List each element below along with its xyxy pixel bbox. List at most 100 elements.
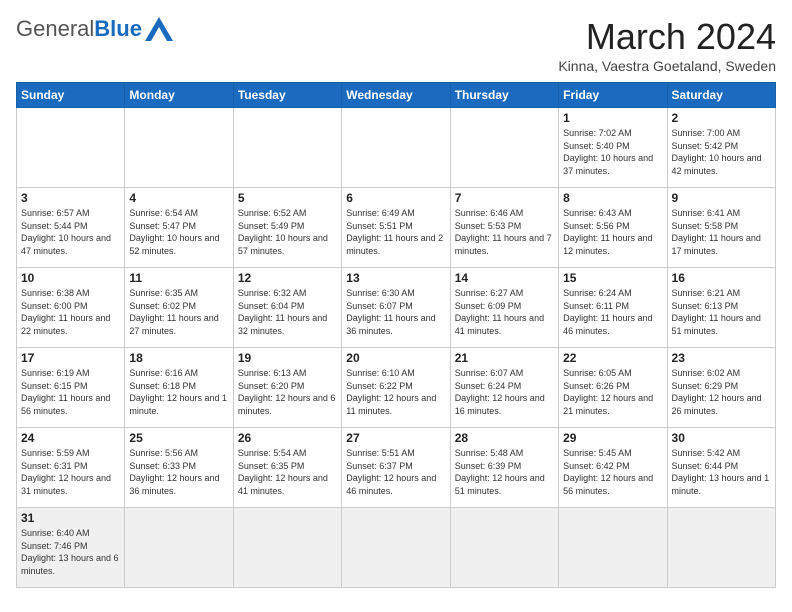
day-number: 7 (455, 191, 554, 205)
weekday-header-sunday: Sunday (17, 83, 125, 108)
day-info: Sunrise: 6:49 AM Sunset: 5:51 PM Dayligh… (346, 207, 445, 257)
week-row-3: 10 Sunrise: 6:38 AM Sunset: 6:00 PM Dayli… (17, 268, 776, 348)
day-number: 21 (455, 351, 554, 365)
calendar-cell: 16 Sunrise: 6:21 AM Sunset: 6:13 PM Dayli… (667, 268, 775, 348)
day-info: Sunrise: 6:57 AM Sunset: 5:44 PM Dayligh… (21, 207, 120, 257)
calendar-cell: 14 Sunrise: 6:27 AM Sunset: 6:09 PM Dayli… (450, 268, 558, 348)
day-info: Sunrise: 6:46 AM Sunset: 5:53 PM Dayligh… (455, 207, 554, 257)
week-row-2: 3Sunrise: 6:57 AM Sunset: 5:44 PM Daylig… (17, 188, 776, 268)
day-number: 23 (672, 351, 771, 365)
day-number: 31 (21, 511, 120, 525)
day-number: 19 (238, 351, 337, 365)
day-number: 8 (563, 191, 662, 205)
calendar-cell: 28 Sunrise: 5:48 AM Sunset: 6:39 PM Dayli… (450, 428, 558, 508)
day-info: Sunrise: 5:56 AM Sunset: 6:33 PM Dayligh… (129, 447, 228, 497)
logo: General Blue (16, 16, 173, 42)
calendar-cell: 1Sunrise: 7:02 AM Sunset: 5:40 PM Daylig… (559, 108, 667, 188)
calendar-cell: 20 Sunrise: 6:10 AM Sunset: 6:22 PM Dayli… (342, 348, 450, 428)
calendar-cell: 27Sunrise: 5:51 AM Sunset: 6:37 PM Dayli… (342, 428, 450, 508)
day-info: Sunrise: 5:48 AM Sunset: 6:39 PM Dayligh… (455, 447, 554, 497)
day-number: 4 (129, 191, 228, 205)
day-number: 10 (21, 271, 120, 285)
weekday-header-monday: Monday (125, 83, 233, 108)
weekday-header-row: SundayMondayTuesdayWednesdayThursdayFrid… (17, 83, 776, 108)
header: General Blue March 2024 Kinna, Vaestra G… (16, 16, 776, 74)
day-number: 11 (129, 271, 228, 285)
day-info: Sunrise: 6:16 AM Sunset: 6:18 PM Dayligh… (129, 367, 228, 417)
day-number: 15 (563, 271, 662, 285)
calendar-cell: 12Sunrise: 6:32 AM Sunset: 6:04 PM Dayli… (233, 268, 341, 348)
calendar-cell: 10 Sunrise: 6:38 AM Sunset: 6:00 PM Dayli… (17, 268, 125, 348)
day-number: 17 (21, 351, 120, 365)
day-info: Sunrise: 6:13 AM Sunset: 6:20 PM Dayligh… (238, 367, 337, 417)
day-number: 28 (455, 431, 554, 445)
calendar-cell: 22 Sunrise: 6:05 AM Sunset: 6:26 PM Dayli… (559, 348, 667, 428)
calendar-cell (559, 508, 667, 588)
week-row-1: 1Sunrise: 7:02 AM Sunset: 5:40 PM Daylig… (17, 108, 776, 188)
calendar-cell: 25 Sunrise: 5:56 AM Sunset: 6:33 PM Dayli… (125, 428, 233, 508)
day-info: Sunrise: 6:52 AM Sunset: 5:49 PM Dayligh… (238, 207, 337, 257)
calendar-cell: 2Sunrise: 7:00 AM Sunset: 5:42 PM Daylig… (667, 108, 775, 188)
day-info: Sunrise: 6:43 AM Sunset: 5:56 PM Dayligh… (563, 207, 662, 257)
day-info: Sunrise: 6:35 AM Sunset: 6:02 PM Dayligh… (129, 287, 228, 337)
calendar-cell: 21 Sunrise: 6:07 AM Sunset: 6:24 PM Dayli… (450, 348, 558, 428)
calendar-cell: 17 Sunrise: 6:19 AM Sunset: 6:15 PM Dayli… (17, 348, 125, 428)
day-info: Sunrise: 5:54 AM Sunset: 6:35 PM Dayligh… (238, 447, 337, 497)
day-number: 22 (563, 351, 662, 365)
week-row-6: 31 Sunrise: 6:40 AM Sunset: 7:46 PM Dayli… (17, 508, 776, 588)
day-info: Sunrise: 6:19 AM Sunset: 6:15 PM Dayligh… (21, 367, 120, 417)
day-info: Sunrise: 6:27 AM Sunset: 6:09 PM Dayligh… (455, 287, 554, 337)
day-number: 26 (238, 431, 337, 445)
calendar-cell (233, 108, 341, 188)
calendar-cell: 29Sunrise: 5:45 AM Sunset: 6:42 PM Dayli… (559, 428, 667, 508)
day-info: Sunrise: 7:00 AM Sunset: 5:42 PM Dayligh… (672, 127, 771, 177)
day-number: 20 (346, 351, 445, 365)
calendar-table: SundayMondayTuesdayWednesdayThursdayFrid… (16, 82, 776, 588)
day-info: Sunrise: 6:41 AM Sunset: 5:58 PM Dayligh… (672, 207, 771, 257)
day-number: 6 (346, 191, 445, 205)
calendar-cell: 15 Sunrise: 6:24 AM Sunset: 6:11 PM Dayli… (559, 268, 667, 348)
calendar-cell: 9 Sunrise: 6:41 AM Sunset: 5:58 PM Daylig… (667, 188, 775, 268)
day-info: Sunrise: 6:24 AM Sunset: 6:11 PM Dayligh… (563, 287, 662, 337)
calendar-cell: 3Sunrise: 6:57 AM Sunset: 5:44 PM Daylig… (17, 188, 125, 268)
calendar-cell (233, 508, 341, 588)
day-number: 24 (21, 431, 120, 445)
day-info: Sunrise: 6:40 AM Sunset: 7:46 PM Dayligh… (21, 527, 120, 577)
calendar-cell: 4Sunrise: 6:54 AM Sunset: 5:47 PM Daylig… (125, 188, 233, 268)
weekday-header-saturday: Saturday (667, 83, 775, 108)
day-info: Sunrise: 6:07 AM Sunset: 6:24 PM Dayligh… (455, 367, 554, 417)
day-number: 25 (129, 431, 228, 445)
calendar-cell: 5 Sunrise: 6:52 AM Sunset: 5:49 PM Daylig… (233, 188, 341, 268)
calendar-cell (125, 108, 233, 188)
day-number: 30 (672, 431, 771, 445)
day-info: Sunrise: 6:05 AM Sunset: 6:26 PM Dayligh… (563, 367, 662, 417)
day-info: Sunrise: 6:21 AM Sunset: 6:13 PM Dayligh… (672, 287, 771, 337)
calendar-cell: 24Sunrise: 5:59 AM Sunset: 6:31 PM Dayli… (17, 428, 125, 508)
day-number: 12 (238, 271, 337, 285)
day-number: 14 (455, 271, 554, 285)
calendar-cell: 26 Sunrise: 5:54 AM Sunset: 6:35 PM Dayli… (233, 428, 341, 508)
day-number: 9 (672, 191, 771, 205)
calendar-cell: 7 Sunrise: 6:46 AM Sunset: 5:53 PM Daylig… (450, 188, 558, 268)
calendar-cell: 18 Sunrise: 6:16 AM Sunset: 6:18 PM Dayli… (125, 348, 233, 428)
calendar-cell: 11 Sunrise: 6:35 AM Sunset: 6:02 PM Dayli… (125, 268, 233, 348)
month-title: March 2024 (558, 16, 776, 58)
logo-icon (145, 17, 173, 41)
title-area: March 2024 Kinna, Vaestra Goetaland, Swe… (558, 16, 776, 74)
day-info: Sunrise: 6:38 AM Sunset: 6:00 PM Dayligh… (21, 287, 120, 337)
calendar-cell (450, 508, 558, 588)
week-row-5: 24Sunrise: 5:59 AM Sunset: 6:31 PM Dayli… (17, 428, 776, 508)
week-row-4: 17 Sunrise: 6:19 AM Sunset: 6:15 PM Dayli… (17, 348, 776, 428)
calendar-cell (342, 108, 450, 188)
day-number: 27 (346, 431, 445, 445)
day-number: 18 (129, 351, 228, 365)
day-number: 5 (238, 191, 337, 205)
day-number: 16 (672, 271, 771, 285)
calendar-cell (667, 508, 775, 588)
day-info: Sunrise: 6:10 AM Sunset: 6:22 PM Dayligh… (346, 367, 445, 417)
weekday-header-friday: Friday (559, 83, 667, 108)
day-info: Sunrise: 6:02 AM Sunset: 6:29 PM Dayligh… (672, 367, 771, 417)
calendar-cell (125, 508, 233, 588)
location-title: Kinna, Vaestra Goetaland, Sweden (558, 58, 776, 74)
day-info: Sunrise: 7:02 AM Sunset: 5:40 PM Dayligh… (563, 127, 662, 177)
